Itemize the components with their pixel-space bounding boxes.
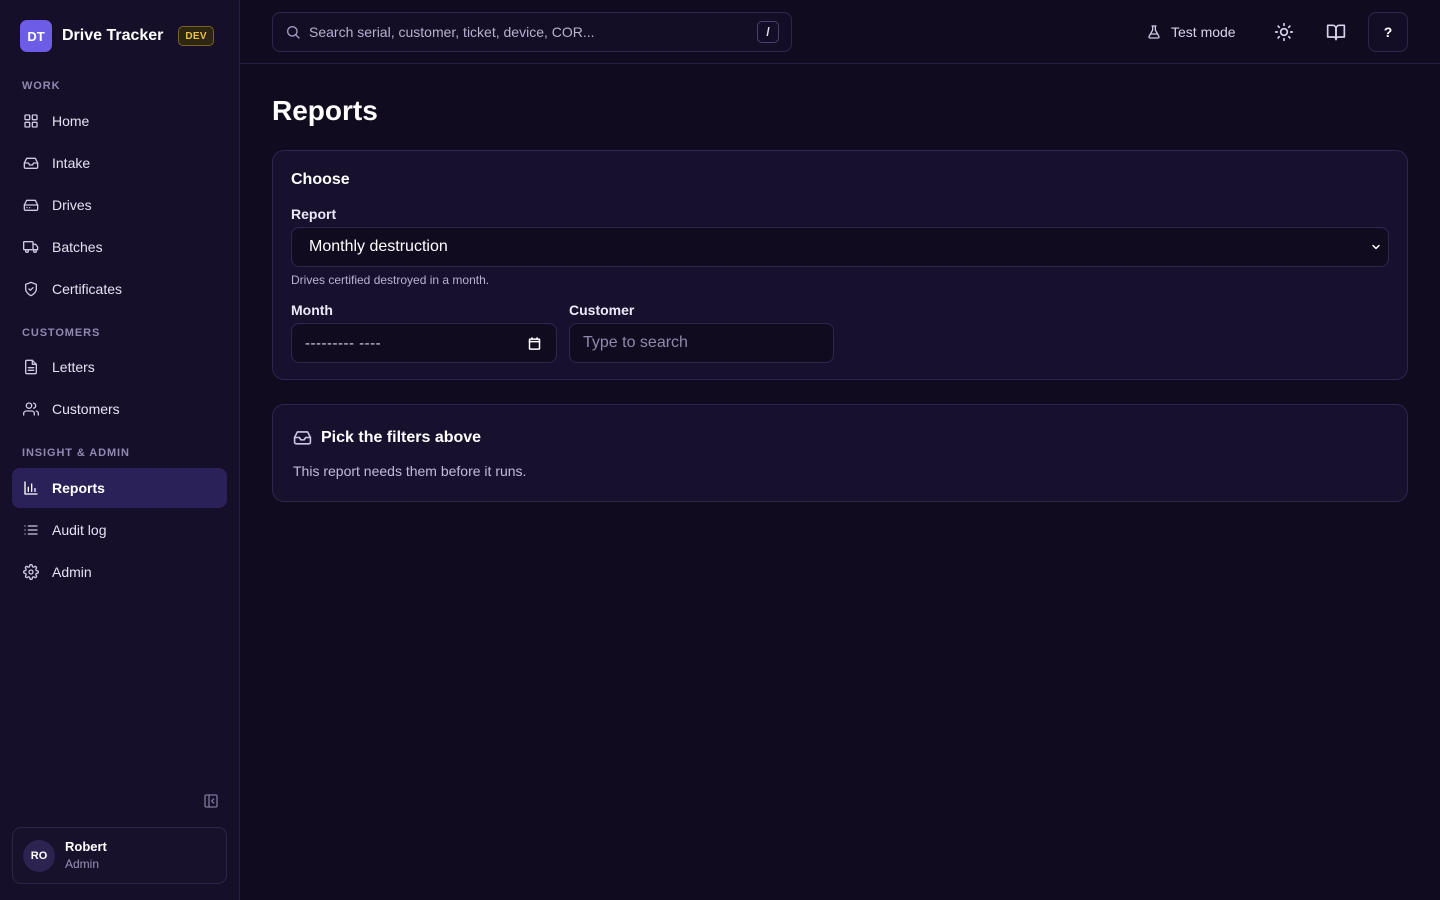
shield-check-icon: [25, 281, 37, 297]
report-select[interactable]: Monthly destruction: [291, 227, 1389, 267]
nav-heading-work: WORK: [22, 80, 61, 92]
sidebar-collapse-icon[interactable]: [203, 793, 219, 809]
customer-input[interactable]: [583, 324, 833, 362]
nav-heading-customers: CUSTOMERS: [22, 327, 101, 339]
sidebar-item-batches[interactable]: Batches: [12, 227, 227, 267]
grid-icon: [24, 114, 38, 128]
flask-icon: [1148, 25, 1160, 39]
bar-chart-icon: [24, 481, 38, 495]
sidebar-item-intake[interactable]: Intake: [12, 143, 227, 183]
report-chooser-card: Choose Report Monthly destruction Drives…: [272, 150, 1408, 380]
test-mode-label: Test mode: [1171, 24, 1236, 40]
empty-state-header: Pick the filters above: [293, 428, 481, 447]
search-shortcut-key: /: [757, 21, 779, 43]
users-icon: [23, 402, 39, 416]
app-name: Drive Tracker: [62, 27, 164, 44]
page-title: Reports: [272, 95, 378, 126]
inbox-icon: [293, 431, 312, 445]
customer-label: Customer: [569, 302, 635, 318]
theme-toggle-button[interactable]: [1272, 20, 1296, 44]
sidebar-item-label: Letters: [52, 359, 95, 375]
sidebar-item-label: Reports: [52, 480, 105, 496]
sidebar-item-label: Certificates: [52, 281, 123, 297]
month-value: --------- ----: [305, 334, 382, 352]
env-badge: DEV: [178, 26, 214, 46]
sidebar-item-label: Intake: [52, 155, 91, 171]
truck-icon: [23, 241, 39, 253]
sidebar-item-customers[interactable]: Customers: [12, 389, 227, 429]
global-search[interactable]: /: [272, 12, 792, 52]
file-text-icon: [25, 359, 37, 375]
test-mode-toggle[interactable]: Test mode: [1146, 20, 1236, 44]
sidebar-item-label: Customers: [52, 401, 120, 417]
docs-button[interactable]: [1324, 20, 1348, 44]
app-logo: DT: [20, 20, 52, 52]
sidebar-item-label: Audit log: [52, 522, 107, 538]
sidebar-item-label: Home: [52, 113, 90, 129]
sidebar-item-audit-log[interactable]: Audit log: [12, 510, 227, 550]
calendar-icon[interactable]: [527, 336, 542, 351]
sidebar-item-admin[interactable]: Admin: [12, 552, 227, 592]
report-select-value: Monthly destruction: [309, 238, 448, 255]
sidebar-item-label: Drives: [52, 197, 92, 213]
sidebar-item-certificates[interactable]: Certificates: [12, 269, 227, 309]
report-description: Drives certified destroyed in a month.: [291, 273, 490, 287]
sidebar-item-letters[interactable]: Letters: [12, 347, 227, 387]
empty-state-title: Pick the filters above: [321, 428, 482, 446]
book-open-icon: [1326, 24, 1346, 41]
user-role: Admin: [65, 857, 100, 871]
month-label: Month: [291, 302, 333, 318]
avatar: RO: [23, 839, 55, 872]
chevron-down-icon: [1372, 244, 1380, 250]
brand[interactable]: DT Drive Tracker DEV: [20, 20, 214, 52]
nav-heading-insight-admin: INSIGHT & ADMIN: [22, 447, 130, 459]
gear-icon: [23, 564, 39, 580]
report-label: Report: [291, 206, 337, 222]
empty-state-description: This report needs them before it runs.: [293, 463, 527, 479]
sidebar-item-label: Admin: [52, 564, 92, 580]
user-menu[interactable]: RO Robert Admin: [12, 827, 227, 884]
sidebar: DT Drive Tracker DEV WORK Home Intake Dr…: [0, 0, 240, 900]
sidebar-item-reports[interactable]: Reports: [12, 468, 227, 508]
help-button[interactable]: ?: [1368, 12, 1408, 52]
list-icon: [24, 525, 38, 535]
sidebar-item-drives[interactable]: Drives: [12, 185, 227, 225]
sun-icon: [1274, 22, 1294, 42]
month-field[interactable]: --------- ----: [291, 323, 557, 363]
search-input[interactable]: [309, 13, 757, 51]
topbar: / Test mode ?: [240, 0, 1440, 64]
empty-state-card: Pick the filters above This report needs…: [272, 404, 1408, 502]
user-name: Robert: [65, 839, 107, 854]
sidebar-item-home[interactable]: Home: [12, 101, 227, 141]
sidebar-item-label: Batches: [52, 239, 103, 255]
hard-drive-icon: [23, 199, 39, 211]
customer-field[interactable]: [569, 323, 834, 363]
user-meta: Robert Admin: [65, 839, 107, 872]
inbox-icon: [23, 157, 39, 169]
search-icon: [287, 26, 300, 39]
card-heading: Choose: [291, 171, 350, 188]
